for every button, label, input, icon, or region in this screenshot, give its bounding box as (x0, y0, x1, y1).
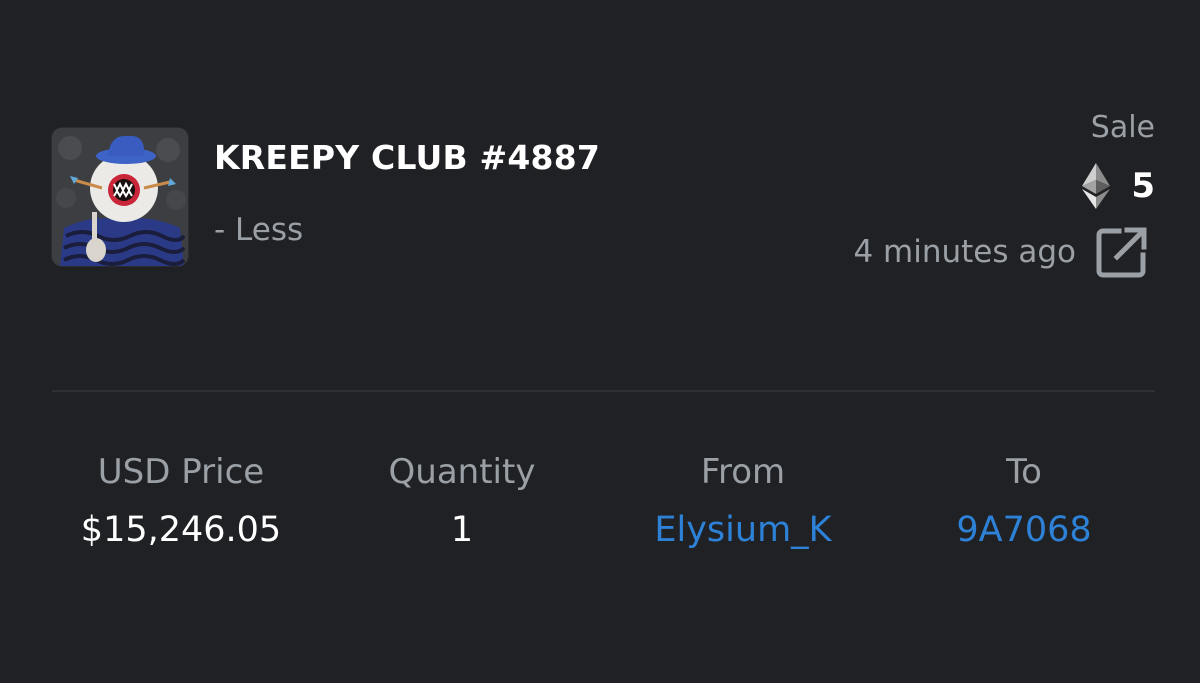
quantity-value: 1 (450, 510, 474, 550)
nft-title[interactable]: KREEPY CLUB #4887 (214, 138, 600, 177)
ethereum-icon (1081, 163, 1111, 209)
quantity-label: Quantity (388, 452, 536, 492)
nft-thumbnail-image (52, 128, 188, 266)
nft-thumbnail[interactable] (52, 128, 188, 266)
from-stat: From Elysium_K (654, 448, 831, 556)
usd-price-stat: USD Price $15,246.05 (81, 448, 281, 556)
external-link-icon[interactable] (1094, 224, 1150, 280)
divider (52, 390, 1155, 392)
to-address-link[interactable]: 9A7068 (956, 504, 1091, 556)
usd-price-label: USD Price (97, 452, 265, 492)
less-toggle[interactable]: - Less (214, 212, 303, 248)
to-label: To (1006, 452, 1042, 492)
from-address-link[interactable]: Elysium_K (654, 504, 831, 556)
event-type-label: Sale (1090, 110, 1155, 145)
quantity-stat: Quantity 1 (389, 448, 536, 556)
to-stat: To 9A7068 (956, 448, 1091, 556)
timestamp-row: 4 minutes ago (853, 224, 1150, 280)
from-label: From (700, 452, 786, 492)
eth-amount: 5 (1131, 166, 1155, 206)
usd-price-value: $15,246.05 (80, 510, 282, 550)
time-ago: 4 minutes ago (853, 234, 1076, 270)
sale-price: 5 (1081, 162, 1155, 210)
